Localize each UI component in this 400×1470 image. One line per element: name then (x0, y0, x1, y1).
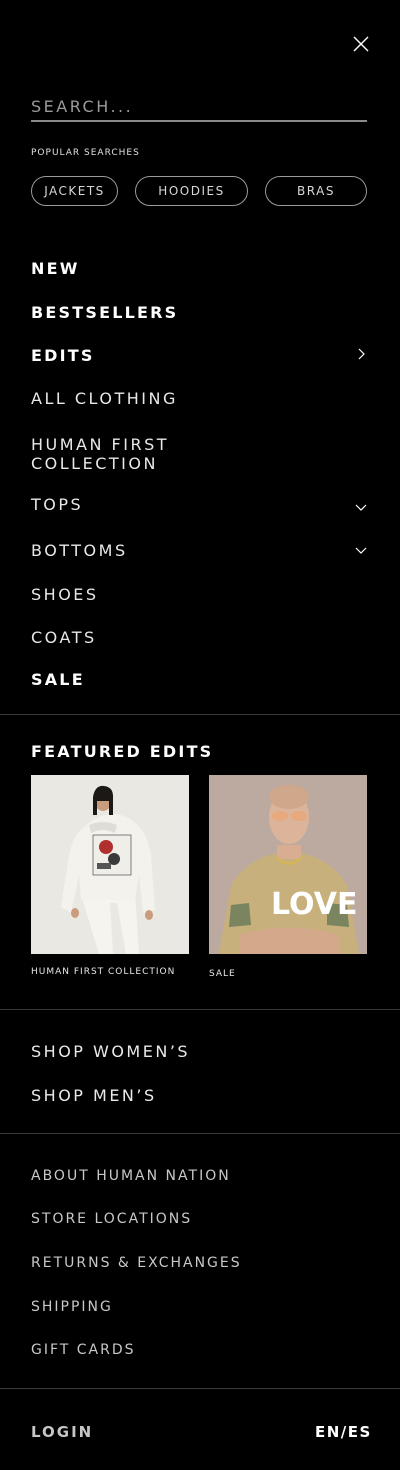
popular-searches-label: POPULAR SEARCHES (31, 148, 140, 158)
nav-item-shoes[interactable]: SHOES (31, 585, 99, 604)
nav-item-coats[interactable]: COATS (31, 628, 97, 647)
footer-link-returns[interactable]: RETURNS & EXCHANGES (31, 1255, 242, 1271)
featured-image-human-first[interactable] (31, 775, 189, 954)
featured-caption-human-first[interactable]: HUMAN FIRST COLLECTION (31, 967, 175, 977)
divider (0, 714, 400, 715)
search-input[interactable] (31, 93, 367, 120)
popular-search-chip-bras[interactable]: BRAS (265, 176, 367, 206)
login-link[interactable]: LOGIN (31, 1423, 93, 1441)
shop-womens-link[interactable]: SHOP WOMEN’S (31, 1042, 190, 1061)
divider (0, 1388, 400, 1389)
nav-item-label-line1: HUMAN FIRST (31, 435, 170, 454)
chevron-down-icon[interactable] (354, 543, 368, 557)
featured-caption-sale[interactable]: SALE (209, 969, 236, 979)
nav-item-edits[interactable]: EDITS (31, 346, 95, 365)
love-graphic-text: LOVE (271, 887, 358, 922)
divider (0, 1133, 400, 1134)
divider (0, 1009, 400, 1010)
nav-item-bottoms[interactable]: BOTTOMS (31, 541, 128, 560)
featured-edits-heading: FEATURED EDITS (31, 742, 214, 761)
chevron-down-icon[interactable] (354, 500, 368, 514)
close-icon[interactable] (350, 33, 372, 55)
featured-image-sale[interactable]: LOVE (209, 775, 367, 954)
search-bar (31, 93, 367, 122)
nav-item-sale[interactable]: SALE (31, 670, 85, 689)
nav-item-tops[interactable]: TOPS (31, 495, 83, 514)
footer-link-gift-cards[interactable]: GIFT CARDS (31, 1342, 136, 1358)
chevron-right-icon[interactable] (354, 346, 368, 360)
footer-link-store-locations[interactable]: STORE LOCATIONS (31, 1211, 192, 1227)
nav-item-bestsellers[interactable]: BESTSELLERS (31, 303, 178, 322)
language-toggle[interactable]: EN/ES (315, 1423, 372, 1441)
nav-item-all-clothing[interactable]: ALL CLOTHING (31, 389, 178, 408)
footer-link-shipping[interactable]: SHIPPING (31, 1299, 113, 1315)
footer-link-about[interactable]: ABOUT HUMAN NATION (31, 1168, 231, 1184)
nav-item-new[interactable]: NEW (31, 259, 80, 278)
popular-search-chip-hoodies[interactable]: HOODIES (135, 176, 248, 206)
nav-item-human-first-collection[interactable]: HUMAN FIRST COLLECTION (31, 435, 169, 473)
popular-search-chip-jackets[interactable]: JACKETS (31, 176, 118, 206)
nav-item-label-line2: COLLECTION (31, 454, 158, 473)
shop-mens-link[interactable]: SHOP MEN’S (31, 1086, 157, 1105)
